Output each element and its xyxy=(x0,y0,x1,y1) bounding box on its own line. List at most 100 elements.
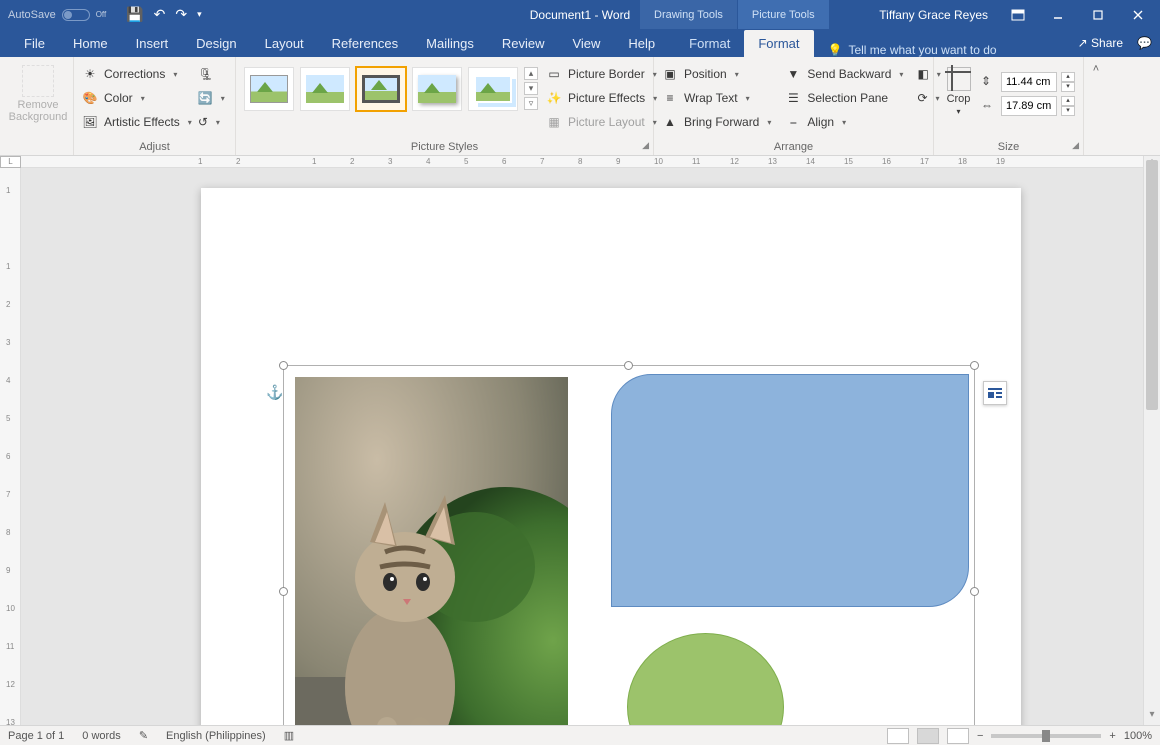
status-spellcheck-icon[interactable]: ✎ xyxy=(139,729,148,742)
position-label: Position xyxy=(684,67,727,81)
picture-border-button[interactable]: ▭Picture Border▾ xyxy=(546,63,657,85)
zoom-knob[interactable] xyxy=(1042,730,1050,742)
tab-home[interactable]: Home xyxy=(59,30,122,57)
view-web-layout[interactable] xyxy=(947,728,969,744)
tab-review[interactable]: Review xyxy=(488,30,559,57)
layout-options-button[interactable] xyxy=(983,381,1007,405)
position-icon: ▣ xyxy=(662,66,678,82)
tab-file[interactable]: File xyxy=(10,30,59,57)
corrections-button[interactable]: ☀Corrections▾ xyxy=(82,63,192,85)
autosave-state: Off xyxy=(96,10,107,19)
resize-handle-l[interactable] xyxy=(279,587,288,596)
picture-styles-gallery[interactable]: ▴▾▿ xyxy=(244,59,538,133)
undo-icon[interactable]: ↶ xyxy=(154,6,166,23)
maximize-icon[interactable] xyxy=(1082,3,1114,27)
share-button[interactable]: ↗ Share xyxy=(1078,36,1123,50)
send-backward-button[interactable]: ▼Send Backward▾ xyxy=(785,63,903,85)
zoom-out-button[interactable]: − xyxy=(977,730,983,742)
ribbon-display-options-icon[interactable] xyxy=(1002,3,1034,27)
account-name[interactable]: Tiffany Grace Reyes xyxy=(879,8,988,22)
width-input[interactable] xyxy=(1001,96,1057,116)
tab-layout[interactable]: Layout xyxy=(251,30,318,57)
rotate-icon: ⟳ xyxy=(917,90,927,106)
drawing-tools-tab-header: Drawing Tools xyxy=(640,0,738,29)
selection-pane-button[interactable]: ☰Selection Pane xyxy=(785,87,903,109)
view-print-layout[interactable] xyxy=(917,728,939,744)
picture-layout-button: ▦Picture Layout▾ xyxy=(546,111,657,133)
selection-bounding-box[interactable] xyxy=(283,365,975,725)
tab-format-drawing[interactable]: Format xyxy=(675,30,744,57)
save-icon[interactable]: 💾 xyxy=(126,6,143,23)
compress-pictures-button[interactable]: 🗜 xyxy=(198,63,218,85)
crop-label: Crop xyxy=(947,93,971,105)
artistic-effects-button[interactable]: 🖼Artistic Effects▾ xyxy=(82,111,192,133)
remove-background-label: Remove Background xyxy=(8,99,68,123)
tab-help[interactable]: Help xyxy=(614,30,669,57)
height-input[interactable] xyxy=(1001,72,1057,92)
resize-handle-r[interactable] xyxy=(970,587,979,596)
ribbon: Remove Background ☀Corrections▾ 🎨Color▾ … xyxy=(0,57,1160,156)
picture-effects-button[interactable]: ✨Picture Effects▾ xyxy=(546,87,657,109)
tell-me-search[interactable]: 💡 Tell me what you want to do xyxy=(828,43,997,57)
autosave-toggle[interactable]: AutoSave Off xyxy=(8,9,106,21)
resize-handle-t[interactable] xyxy=(624,361,633,370)
remove-background-button[interactable]: Remove Background xyxy=(8,59,68,123)
tab-design[interactable]: Design xyxy=(182,30,250,57)
picstyles-launcher-icon[interactable]: ◢ xyxy=(642,140,649,151)
width-spin[interactable]: ▴▾ xyxy=(1061,96,1075,116)
backward-label: Send Backward xyxy=(807,67,891,81)
align-label: Align xyxy=(807,115,834,129)
reset-picture-button[interactable]: ↺▾ xyxy=(198,111,218,133)
status-macro-icon[interactable]: ▥ xyxy=(284,729,294,742)
zoom-slider[interactable] xyxy=(991,734,1101,738)
lightbulb-icon: 💡 xyxy=(828,43,843,57)
color-label: Color xyxy=(104,91,133,105)
height-spin[interactable]: ▴▾ xyxy=(1061,72,1075,92)
gallery-scroll[interactable]: ▴▾▿ xyxy=(524,67,538,110)
color-icon: 🎨 xyxy=(82,90,98,106)
style-thumb-4[interactable] xyxy=(412,67,462,111)
zoom-in-button[interactable]: + xyxy=(1109,730,1115,742)
tab-view[interactable]: View xyxy=(558,30,614,57)
tab-format-picture[interactable]: Format xyxy=(744,30,813,57)
tab-references[interactable]: References xyxy=(318,30,412,57)
status-words[interactable]: 0 words xyxy=(82,730,121,742)
redo-icon[interactable]: ↷ xyxy=(175,6,187,23)
scroll-down-icon[interactable]: ▾ xyxy=(1144,709,1160,725)
status-page[interactable]: Page 1 of 1 xyxy=(8,730,64,742)
status-language[interactable]: English (Philippines) xyxy=(166,730,266,742)
wrap-text-button[interactable]: ≡Wrap Text▾ xyxy=(662,87,771,109)
bring-forward-button[interactable]: ▲Bring Forward▾ xyxy=(662,111,771,133)
scroll-thumb[interactable] xyxy=(1146,160,1158,410)
style-thumb-3[interactable] xyxy=(356,67,406,111)
close-icon[interactable] xyxy=(1122,3,1154,27)
tab-selector[interactable]: L xyxy=(0,156,21,168)
minimize-icon[interactable] xyxy=(1042,3,1074,27)
view-read-mode[interactable] xyxy=(887,728,909,744)
resize-handle-tl[interactable] xyxy=(279,361,288,370)
picture-effects-icon: ✨ xyxy=(546,90,562,106)
position-button[interactable]: ▣Position▾ xyxy=(662,63,771,85)
zoom-level[interactable]: 100% xyxy=(1124,730,1152,742)
size-launcher-icon[interactable]: ◢ xyxy=(1072,140,1079,151)
resize-handle-tr[interactable] xyxy=(970,361,979,370)
picture-border-icon: ▭ xyxy=(546,66,562,82)
collapse-ribbon-icon[interactable]: ˄ xyxy=(1093,63,1099,75)
style-thumb-5[interactable] xyxy=(468,67,518,111)
align-button[interactable]: ⎯Align▾ xyxy=(785,111,903,133)
qat-customize-icon[interactable]: ▾ xyxy=(197,9,202,20)
color-button[interactable]: 🎨Color▾ xyxy=(82,87,192,109)
document-canvas[interactable]: ⚓ xyxy=(21,168,1143,725)
height-icon: ⇕ xyxy=(981,74,997,90)
tab-insert[interactable]: Insert xyxy=(122,30,183,57)
horizontal-ruler[interactable]: 1212345678910111213141516171819 xyxy=(21,156,1143,168)
style-thumb-2[interactable] xyxy=(300,67,350,111)
vertical-ruler[interactable]: L 112345678910111213 xyxy=(0,156,21,725)
vertical-scrollbar[interactable]: ▴ ▾ xyxy=(1143,156,1160,725)
tab-mailings[interactable]: Mailings xyxy=(412,30,488,57)
crop-button[interactable]: Crop ▾ xyxy=(942,67,975,116)
comments-icon[interactable]: 💬 xyxy=(1137,36,1152,50)
change-picture-button[interactable]: 🔄▾ xyxy=(198,87,218,109)
align-icon: ⎯ xyxy=(785,114,801,130)
style-thumb-1[interactable] xyxy=(244,67,294,111)
